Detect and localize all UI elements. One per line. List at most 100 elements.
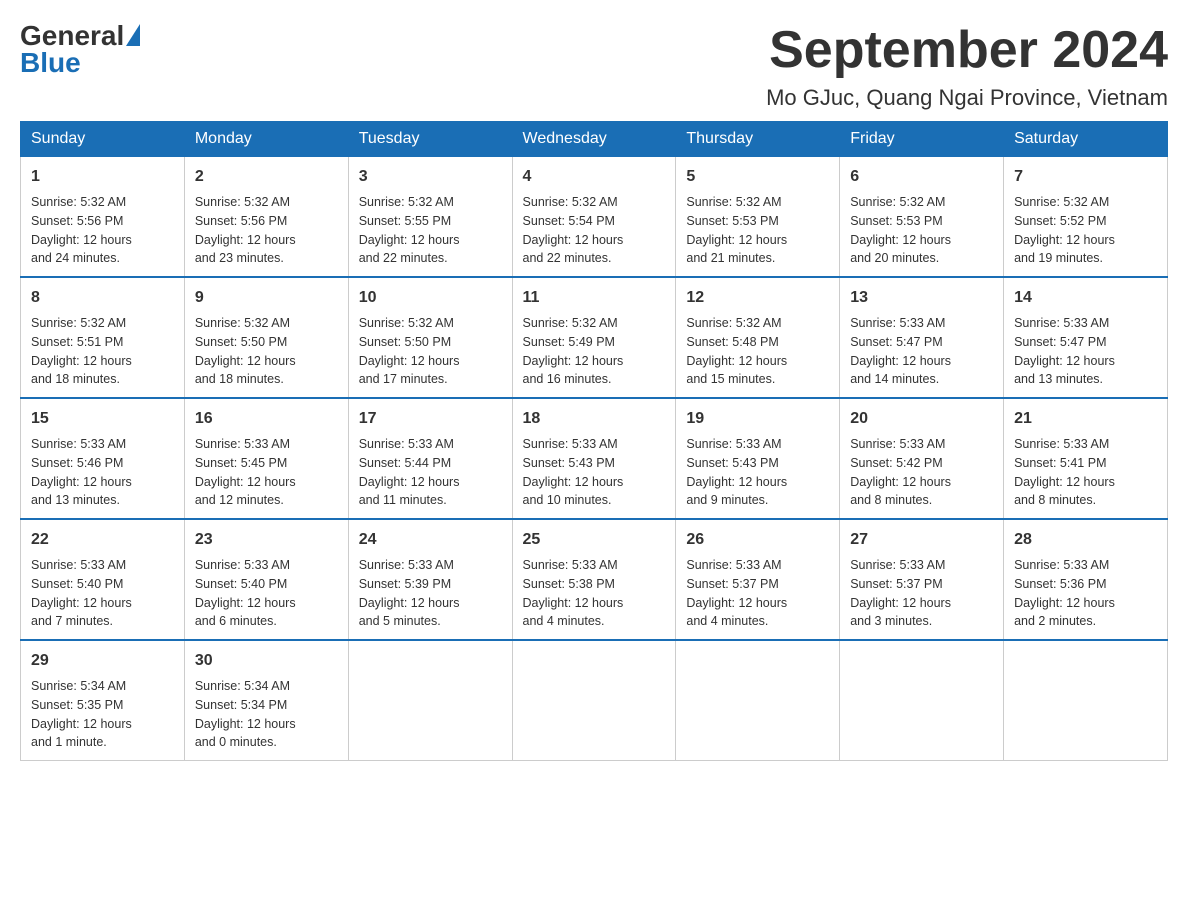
logo-blue: Blue [20,47,81,79]
day-number: 6 [850,165,993,189]
day-number: 11 [523,286,666,310]
day-info: Sunrise: 5:33 AMSunset: 5:40 PMDaylight:… [31,556,174,631]
day-number: 16 [195,407,338,431]
day-info: Sunrise: 5:33 AMSunset: 5:37 PMDaylight:… [850,556,993,631]
calendar-header-monday: Monday [184,122,348,157]
day-info: Sunrise: 5:33 AMSunset: 5:39 PMDaylight:… [359,556,502,631]
day-number: 22 [31,528,174,552]
calendar-cell: 5 Sunrise: 5:32 AMSunset: 5:53 PMDaylight… [676,157,840,278]
day-number: 30 [195,649,338,673]
calendar-cell: 2 Sunrise: 5:32 AMSunset: 5:56 PMDaylight… [184,157,348,278]
calendar-cell: 10 Sunrise: 5:32 AMSunset: 5:50 PMDayligh… [348,277,512,398]
logo: General Blue [20,20,140,79]
day-number: 10 [359,286,502,310]
day-info: Sunrise: 5:33 AMSunset: 5:38 PMDaylight:… [523,556,666,631]
day-info: Sunrise: 5:33 AMSunset: 5:47 PMDaylight:… [850,314,993,389]
page-header: General Blue September 2024 Mo GJuc, Qua… [20,20,1168,111]
calendar-cell: 30 Sunrise: 5:34 AMSunset: 5:34 PMDayligh… [184,640,348,761]
day-info: Sunrise: 5:32 AMSunset: 5:51 PMDaylight:… [31,314,174,389]
day-info: Sunrise: 5:32 AMSunset: 5:50 PMDaylight:… [359,314,502,389]
calendar-week-row: 22 Sunrise: 5:33 AMSunset: 5:40 PMDayligh… [21,519,1168,640]
day-number: 14 [1014,286,1157,310]
calendar-cell: 11 Sunrise: 5:32 AMSunset: 5:49 PMDayligh… [512,277,676,398]
calendar-header-row: SundayMondayTuesdayWednesdayThursdayFrid… [21,122,1168,157]
day-info: Sunrise: 5:33 AMSunset: 5:36 PMDaylight:… [1014,556,1157,631]
day-number: 17 [359,407,502,431]
calendar-cell: 24 Sunrise: 5:33 AMSunset: 5:39 PMDayligh… [348,519,512,640]
calendar-header-tuesday: Tuesday [348,122,512,157]
day-number: 9 [195,286,338,310]
day-info: Sunrise: 5:33 AMSunset: 5:41 PMDaylight:… [1014,435,1157,510]
day-info: Sunrise: 5:32 AMSunset: 5:56 PMDaylight:… [31,193,174,268]
day-number: 8 [31,286,174,310]
day-number: 2 [195,165,338,189]
day-info: Sunrise: 5:32 AMSunset: 5:50 PMDaylight:… [195,314,338,389]
day-number: 15 [31,407,174,431]
calendar-cell: 9 Sunrise: 5:32 AMSunset: 5:50 PMDaylight… [184,277,348,398]
calendar-cell: 20 Sunrise: 5:33 AMSunset: 5:42 PMDayligh… [840,398,1004,519]
calendar-header-saturday: Saturday [1004,122,1168,157]
calendar-cell [840,640,1004,761]
day-info: Sunrise: 5:32 AMSunset: 5:56 PMDaylight:… [195,193,338,268]
day-number: 20 [850,407,993,431]
day-number: 7 [1014,165,1157,189]
calendar-cell: 4 Sunrise: 5:32 AMSunset: 5:54 PMDaylight… [512,157,676,278]
calendar-week-row: 15 Sunrise: 5:33 AMSunset: 5:46 PMDayligh… [21,398,1168,519]
calendar-cell: 14 Sunrise: 5:33 AMSunset: 5:47 PMDayligh… [1004,277,1168,398]
calendar-cell [348,640,512,761]
day-info: Sunrise: 5:33 AMSunset: 5:47 PMDaylight:… [1014,314,1157,389]
day-info: Sunrise: 5:33 AMSunset: 5:46 PMDaylight:… [31,435,174,510]
day-number: 12 [686,286,829,310]
day-info: Sunrise: 5:34 AMSunset: 5:34 PMDaylight:… [195,677,338,752]
calendar-cell: 28 Sunrise: 5:33 AMSunset: 5:36 PMDayligh… [1004,519,1168,640]
day-number: 4 [523,165,666,189]
calendar-cell: 16 Sunrise: 5:33 AMSunset: 5:45 PMDayligh… [184,398,348,519]
day-info: Sunrise: 5:32 AMSunset: 5:48 PMDaylight:… [686,314,829,389]
logo-triangle-icon [126,24,140,46]
day-number: 1 [31,165,174,189]
calendar-cell: 15 Sunrise: 5:33 AMSunset: 5:46 PMDayligh… [21,398,185,519]
calendar-cell: 26 Sunrise: 5:33 AMSunset: 5:37 PMDayligh… [676,519,840,640]
day-info: Sunrise: 5:33 AMSunset: 5:45 PMDaylight:… [195,435,338,510]
day-number: 23 [195,528,338,552]
calendar-cell [512,640,676,761]
calendar-week-row: 1 Sunrise: 5:32 AMSunset: 5:56 PMDaylight… [21,157,1168,278]
day-number: 3 [359,165,502,189]
day-number: 18 [523,407,666,431]
day-info: Sunrise: 5:33 AMSunset: 5:43 PMDaylight:… [523,435,666,510]
day-number: 24 [359,528,502,552]
day-number: 21 [1014,407,1157,431]
day-info: Sunrise: 5:32 AMSunset: 5:52 PMDaylight:… [1014,193,1157,268]
day-number: 13 [850,286,993,310]
day-number: 5 [686,165,829,189]
calendar-cell: 27Sunrise: 5:33 AMSunset: 5:37 PMDayligh… [840,519,1004,640]
day-info: Sunrise: 5:33 AMSunset: 5:37 PMDaylight:… [686,556,829,631]
calendar-cell: 17Sunrise: 5:33 AMSunset: 5:44 PMDayligh… [348,398,512,519]
day-info: Sunrise: 5:33 AMSunset: 5:40 PMDaylight:… [195,556,338,631]
day-info: Sunrise: 5:32 AMSunset: 5:49 PMDaylight:… [523,314,666,389]
calendar-header-wednesday: Wednesday [512,122,676,157]
calendar-cell: 8 Sunrise: 5:32 AMSunset: 5:51 PMDaylight… [21,277,185,398]
day-number: 28 [1014,528,1157,552]
day-info: Sunrise: 5:32 AMSunset: 5:53 PMDaylight:… [850,193,993,268]
calendar-week-row: 8 Sunrise: 5:32 AMSunset: 5:51 PMDaylight… [21,277,1168,398]
day-info: Sunrise: 5:32 AMSunset: 5:53 PMDaylight:… [686,193,829,268]
calendar-cell: 6 Sunrise: 5:32 AMSunset: 5:53 PMDaylight… [840,157,1004,278]
calendar-cell: 3Sunrise: 5:32 AMSunset: 5:55 PMDaylight… [348,157,512,278]
calendar-cell: 29 Sunrise: 5:34 AMSunset: 5:35 PMDayligh… [21,640,185,761]
calendar-cell: 18 Sunrise: 5:33 AMSunset: 5:43 PMDayligh… [512,398,676,519]
day-number: 25 [523,528,666,552]
day-info: Sunrise: 5:33 AMSunset: 5:43 PMDaylight:… [686,435,829,510]
calendar-cell: 23 Sunrise: 5:33 AMSunset: 5:40 PMDayligh… [184,519,348,640]
calendar-cell: 13 Sunrise: 5:33 AMSunset: 5:47 PMDayligh… [840,277,1004,398]
day-number: 29 [31,649,174,673]
calendar-cell [1004,640,1168,761]
calendar-table: SundayMondayTuesdayWednesdayThursdayFrid… [20,121,1168,761]
day-number: 26 [686,528,829,552]
day-info: Sunrise: 5:32 AMSunset: 5:54 PMDaylight:… [523,193,666,268]
calendar-cell: 25 Sunrise: 5:33 AMSunset: 5:38 PMDayligh… [512,519,676,640]
calendar-header-friday: Friday [840,122,1004,157]
day-info: Sunrise: 5:34 AMSunset: 5:35 PMDaylight:… [31,677,174,752]
day-number: 19 [686,407,829,431]
day-info: Sunrise: 5:33 AMSunset: 5:42 PMDaylight:… [850,435,993,510]
